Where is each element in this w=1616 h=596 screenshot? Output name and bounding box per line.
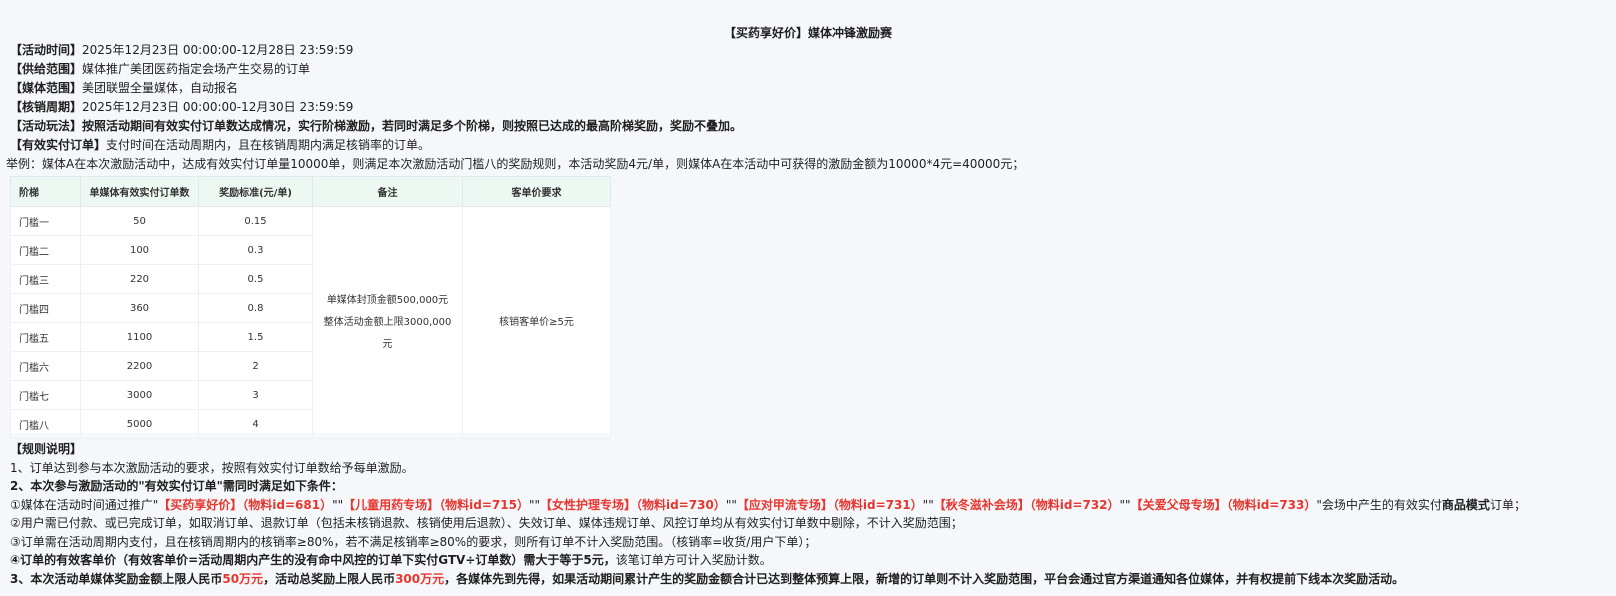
info-value: 2025年12月23日 00:00:00-12月28日 23:59:59 [82, 43, 354, 57]
page-title: 【买药享好价】媒体冲锋激励赛 [723, 26, 892, 40]
reward-cell: 0.15 [198, 206, 313, 236]
venue-text: 【关爱父母专场】（物料id=733） [1130, 498, 1317, 512]
media-cap-amount: 50万元 [222, 572, 264, 586]
info-media-scope: 【媒体范围】美团联盟全量媒体，自动报名 [10, 79, 238, 97]
tier-cell: 门槛六 [10, 351, 81, 381]
info-label: 【核销周期】 [10, 100, 83, 114]
tier-cell: 门槛三 [10, 264, 81, 294]
orders-cell: 1100 [80, 322, 199, 352]
reward-cell: 4 [198, 409, 313, 439]
venue-text: 【秋冬滋补会场】（物料id=732） [933, 498, 1120, 512]
rule-3-part: ，各媒体先到先得，如果活动期间累计产生的奖励金额合计已达到整体预算上限，新增的订… [444, 572, 1405, 586]
reward-cell: 0.5 [198, 264, 313, 294]
venue-separator: "" [332, 498, 344, 512]
info-valid-order: 【有效实付订单】支付时间在活动周期内，且在核销周期内满足核销率的订单。 [10, 136, 430, 154]
rule-2a-suffix: "会场中产生的有效实付 [1316, 498, 1442, 512]
rule-2b: ②用户需已付款、或已完成订单，如取消订单、退款订单（包括未核销退款、核销使用后退… [10, 516, 963, 530]
venue-text: 【女性护理专场】（物料id=730） [540, 498, 726, 512]
tier-table-container: 阶梯 单媒体有效实付订单数 奖励标准(元/单) 备注 客单价要求 门槛一 50 … [10, 176, 611, 439]
info-value: 美团联盟全量媒体，自动报名 [82, 81, 239, 95]
rule-3-part: ，活动总奖励上限人民币 [263, 572, 396, 586]
rule-2d-plain: 该笔订单方可计入奖励计数。 [615, 553, 772, 567]
venue-separator: "" [922, 498, 934, 512]
orders-cell: 50 [80, 206, 199, 236]
orders-cell: 2200 [80, 351, 199, 381]
info-value: 媒体推广美团医药指定会场产生交易的订单 [82, 62, 311, 76]
rule-2d: ④订单的有效客单价（有效客单价=活动周期内产生的没有命中风控的订单下实付GTV÷… [10, 551, 772, 569]
tier-cell: 门槛五 [10, 322, 81, 352]
info-label: 【媒体范围】 [10, 81, 83, 95]
info-label: 【活动时间】 [10, 43, 83, 57]
example-text: 举例：媒体A在本次激励活动中，达成有效实付订单量10000单，则满足本次激励活动… [6, 157, 1025, 171]
rule-1: 1、订单达到参与本次激励活动的要求，按照有效实付订单数给予每单激励。 [10, 461, 414, 475]
reward-cell: 1.5 [198, 322, 313, 352]
note-line: 整体活动金额上限3000,000元 [323, 316, 452, 350]
column-header: 阶梯 [10, 176, 81, 207]
venue-text: 【买药享好价】（物料id=681） [158, 498, 333, 512]
reward-cell: 2 [198, 351, 313, 381]
rule-2d-bold: ④订单的有效客单价（有效客单价=活动周期内产生的没有命中风控的订单下实付GTV÷… [10, 553, 616, 567]
venue-separator: "" [1119, 498, 1131, 512]
table-header-row: 阶梯 单媒体有效实付订单数 奖励标准(元/单) 备注 客单价要求 [10, 176, 611, 207]
venue-text: 【儿童用药专场】（物料id=715） [343, 498, 529, 512]
reward-cell: 3 [198, 380, 313, 410]
rule-2a-end: 订单； [1489, 498, 1526, 512]
rule-2a-mode: 商品模式 [1441, 498, 1490, 512]
column-header: 单媒体有效实付订单数 [80, 176, 199, 207]
info-value: 按照活动期间有效实付订单数达成情况，实行阶梯激励，若同时满足多个阶梯，则按照已达… [82, 119, 743, 133]
orders-cell: 5000 [80, 409, 199, 439]
info-label: 【供给范围】 [10, 62, 83, 76]
info-activity-rules: 【活动玩法】按照活动期间有效实付订单数达成情况，实行阶梯激励，若同时满足多个阶梯… [10, 117, 742, 135]
info-value: 2025年12月23日 00:00:00-12月30日 23:59:59 [82, 100, 354, 114]
column-header: 备注 [312, 176, 463, 207]
rule-3-part: 3、本次活动单媒体奖励金额上限人民币 [10, 572, 223, 586]
tier-cell: 门槛二 [10, 235, 81, 265]
tier-cell: 门槛一 [10, 206, 81, 236]
total-cap-amount: 300万元 [395, 572, 445, 586]
reward-cell: 0.3 [198, 235, 313, 265]
orders-cell: 220 [80, 264, 199, 294]
info-supply-scope: 【供给范围】媒体推广美团医药指定会场产生交易的订单 [10, 60, 310, 78]
orders-cell: 360 [80, 293, 199, 323]
rule-2: 2、本次参与激励活动的"有效实付订单"需同时满足如下条件： [10, 479, 343, 493]
rule-2a: ①媒体在活动时间通过推广"【买药享好价】（物料id=681）""【儿童用药专场】… [10, 496, 1526, 514]
venue-separator: "" [528, 498, 540, 512]
rules-heading: 【规则说明】 [10, 442, 83, 456]
info-value: 支付时间在活动周期内，且在核销周期内满足核销率的订单。 [106, 138, 431, 152]
tier-table: 阶梯 单媒体有效实付订单数 奖励标准(元/单) 备注 客单价要求 门槛一 50 … [10, 176, 611, 439]
price-requirement-cell: 核销客单价≥5元 [462, 206, 611, 439]
tier-cell: 门槛八 [10, 409, 81, 439]
rule-2a-prefix: ①媒体在活动时间通过推广" [10, 498, 159, 512]
tier-cell: 门槛七 [10, 380, 81, 410]
rule-2c: ③订单需在活动周期内支付，且在核销周期内的核销率≥80%，若不满足核销率≥80%… [10, 535, 817, 549]
note-cell: 单媒体封顶金额500,000元 整体活动金额上限3000,000元 [312, 206, 463, 439]
column-header: 奖励标准(元/单) [198, 176, 313, 207]
info-label: 【有效实付订单】 [10, 138, 107, 152]
info-label: 【活动玩法】 [10, 119, 83, 133]
activity-page: 【买药享好价】媒体冲锋激励赛 【活动时间】2025年12月23日 00:00:0… [0, 0, 1616, 596]
venue-text: 【应对甲流专场】（物料id=731） [736, 498, 923, 512]
venue-separator: "" [725, 498, 737, 512]
info-activity-time: 【活动时间】2025年12月23日 00:00:00-12月28日 23:59:… [10, 41, 353, 59]
table-row: 门槛一 50 0.15 单媒体封顶金额500,000元 整体活动金额上限3000… [10, 206, 611, 439]
note-line: 单媒体封顶金额500,000元 [326, 294, 449, 306]
tier-cell: 门槛四 [10, 293, 81, 323]
info-verification-period: 【核销周期】2025年12月23日 00:00:00-12月30日 23:59:… [10, 98, 353, 116]
column-header: 客单价要求 [462, 176, 611, 207]
rule-3: 3、本次活动单媒体奖励金额上限人民币50万元，活动总奖励上限人民币300万元，各… [10, 570, 1404, 588]
orders-cell: 3000 [80, 380, 199, 410]
reward-cell: 0.8 [198, 293, 313, 323]
orders-cell: 100 [80, 235, 199, 265]
